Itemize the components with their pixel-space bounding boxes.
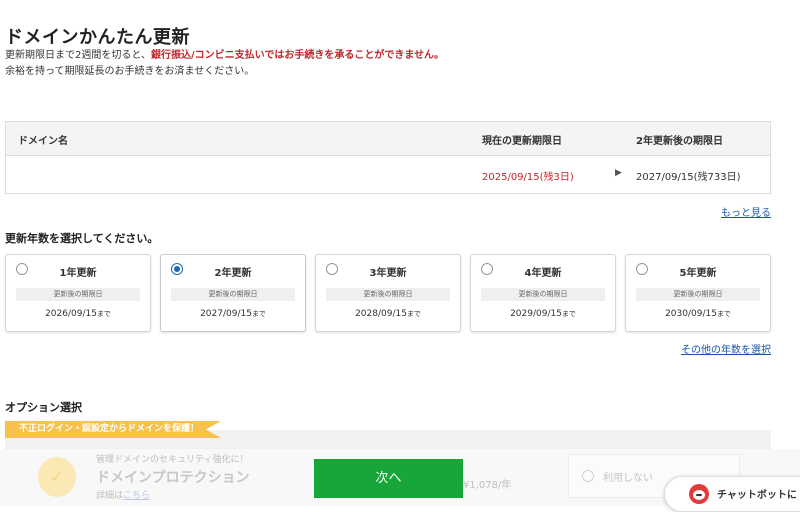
year-date-value: 2027/09/15 — [200, 309, 252, 319]
protection-ribbon: 不正ログイン・誤設定からドメインを保護！ — [5, 421, 222, 438]
renewal-notice: 更新期限日まで2週間を切ると、銀行振込/コンビニ支払いではお手続きを承ることがで… — [5, 48, 444, 80]
year-option-2[interactable]: 2年更新 更新後の期限日 2027/09/15まで — [160, 254, 306, 332]
header-domain-name: ドメイン名 — [18, 136, 68, 147]
after-expiry-label: 更新後の期限日 — [481, 288, 605, 301]
until-suffix: まで — [406, 310, 421, 318]
year-date: 2028/09/15まで — [316, 309, 460, 319]
no-use-label: 利用しない — [603, 473, 653, 484]
after-expiry-cell: 2027/09/15(残733日) — [636, 172, 741, 183]
chatbot-label: チャットボットに — [717, 490, 797, 501]
protection-subtitle: 管理ドメインのセキュリティ強化に！ — [96, 455, 249, 465]
protection-price: ¥1,078/年 — [463, 480, 512, 491]
years-section-title: 更新年数を選択してください。 — [5, 232, 159, 245]
arrow-right-icon: ▶ — [615, 168, 622, 178]
year-date: 2030/09/15まで — [626, 309, 770, 319]
after-expiry-label: 更新後の期限日 — [326, 288, 450, 301]
protection-detail: 詳細はこちら — [96, 488, 150, 501]
header-after-expiry: 2年更新後の期限日 — [636, 136, 723, 147]
current-expiry-cell: 2025/09/15(残3日) — [482, 172, 574, 183]
shield-badge-icon — [38, 457, 76, 497]
year-date-value: 2028/09/15 — [355, 309, 407, 319]
year-date: 2026/09/15まで — [6, 309, 150, 319]
until-suffix: まで — [561, 310, 576, 318]
other-years-link[interactable]: その他の年数を選択 — [681, 341, 771, 356]
year-option-5[interactable]: 5年更新 更新後の期限日 2030/09/15まで — [625, 254, 771, 332]
more-link[interactable]: もっと見る — [721, 204, 771, 219]
notice-prefix: 更新期限日まで2週間を切ると、 — [5, 50, 151, 61]
year-label: 5年更新 — [679, 268, 717, 279]
domain-table: ドメイン名 現在の更新期限日 2年更新後の期限日 2025/09/15(残3日)… — [5, 121, 771, 194]
until-suffix: まで — [251, 310, 266, 318]
year-label: 3年更新 — [369, 268, 407, 279]
year-option-4[interactable]: 4年更新 更新後の期限日 2029/09/15まで — [470, 254, 616, 332]
after-expiry-label: 更新後の期限日 — [636, 288, 760, 301]
protection-name: ドメインプロテクション — [96, 470, 250, 486]
notice-line-1: 更新期限日まで2週間を切ると、銀行振込/コンビニ支払いではお手続きを承ることがで… — [5, 48, 444, 64]
detail-link[interactable]: こちら — [123, 491, 150, 501]
table-row: 2025/09/15(残3日) ▶ 2027/09/15(残733日) — [6, 156, 770, 194]
year-label: 4年更新 — [524, 268, 562, 279]
year-label: 1年更新 — [59, 268, 97, 279]
page-title: ドメインかんたん更新 — [5, 27, 190, 49]
domain-table-header: ドメイン名 現在の更新期限日 2年更新後の期限日 — [6, 122, 770, 156]
radio-button[interactable] — [582, 470, 594, 482]
year-date-value: 2030/09/15 — [665, 309, 717, 319]
notice-warning: 銀行振込/コンビニ支払いではお手続きを承ることができません。 — [150, 50, 445, 61]
year-date: 2029/09/15まで — [471, 309, 615, 319]
until-suffix: まで — [96, 310, 111, 318]
chatbot-avatar-icon — [689, 484, 709, 504]
year-option-1[interactable]: 1年更新 更新後の期限日 2026/09/15まで — [5, 254, 151, 332]
next-button[interactable]: 次へ — [314, 459, 463, 498]
year-label: 2年更新 — [214, 268, 252, 279]
chatbot-button[interactable]: チャットボットに — [664, 476, 800, 512]
options-section-title: オプション選択 — [5, 401, 82, 414]
year-date-value: 2029/09/15 — [510, 309, 562, 319]
after-expiry-label: 更新後の期限日 — [171, 288, 295, 301]
detail-prefix: 詳細は — [96, 491, 124, 501]
year-option-3[interactable]: 3年更新 更新後の期限日 2028/09/15まで — [315, 254, 461, 332]
year-date-value: 2026/09/15 — [45, 309, 97, 319]
until-suffix: まで — [716, 310, 731, 318]
after-expiry-label: 更新後の期限日 — [16, 288, 140, 301]
header-current-expiry: 現在の更新期限日 — [482, 136, 562, 147]
notice-line-2: 余裕を持って期限延長のお手続きをお済ませください。 — [5, 66, 255, 77]
year-date: 2027/09/15まで — [161, 309, 305, 319]
